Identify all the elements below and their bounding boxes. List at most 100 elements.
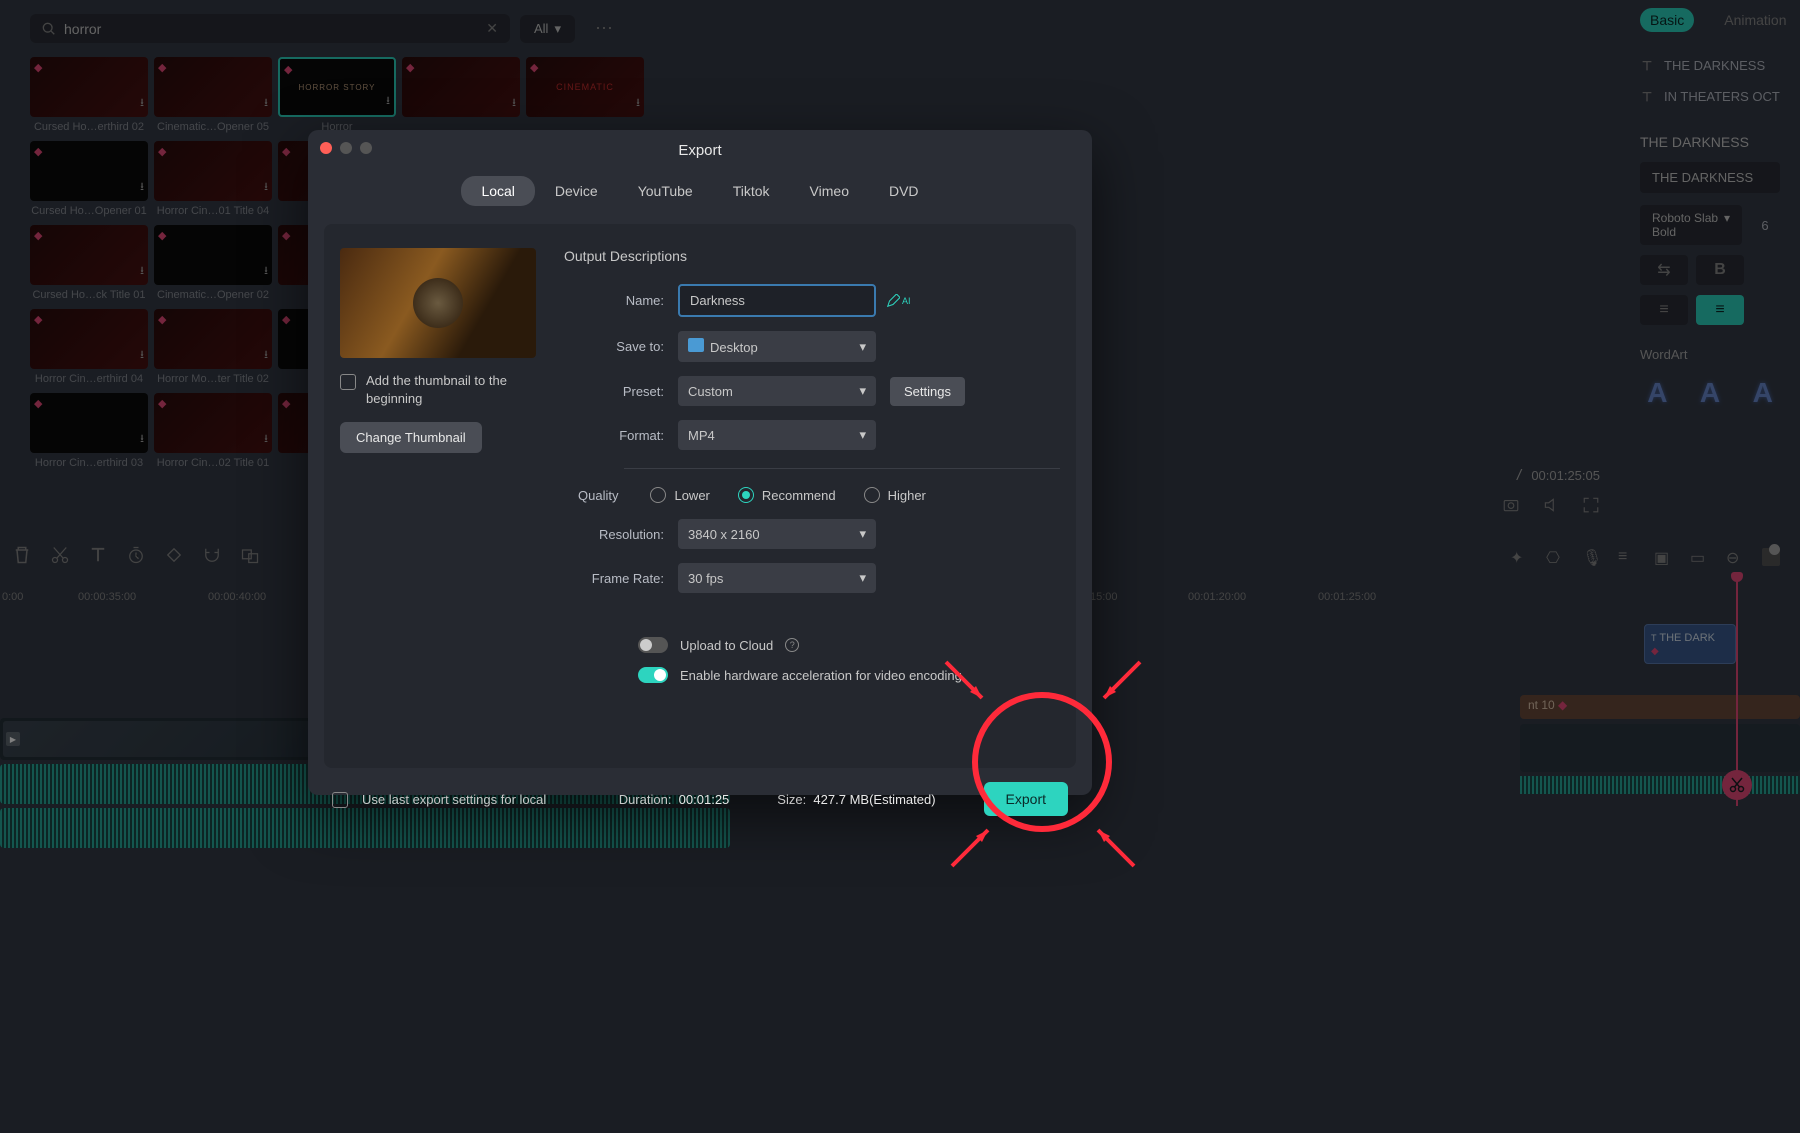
hw-accel-label: Enable hardware acceleration for video e…	[680, 668, 962, 683]
volume-icon[interactable]	[1542, 496, 1560, 514]
text-value-input[interactable]: THE DARKNESS	[1640, 162, 1780, 193]
maximize-window-icon[interactable]	[360, 142, 372, 154]
preset-label: Preset:	[564, 384, 664, 399]
export-tab-local[interactable]: Local	[461, 176, 534, 206]
template-label: Horror Mo…ter Title 02	[154, 373, 272, 385]
preset-settings-button[interactable]: Settings	[890, 377, 965, 406]
split-button[interactable]	[1722, 770, 1752, 800]
template-thumb[interactable]: ◆⭳	[402, 57, 520, 117]
quality-higher-radio[interactable]: Higher	[864, 487, 926, 503]
preview-timecode: / 00:01:25:05	[1515, 468, 1600, 483]
template-thumb[interactable]: ◆HORROR STORY⭳	[278, 57, 396, 117]
size-info: Size: 427.7 MB(Estimated)	[777, 792, 935, 807]
template-label: Horror Cin…erthird 03	[30, 457, 148, 469]
add-thumbnail-checkbox[interactable]	[340, 374, 356, 390]
template-thumb[interactable]: ◆⭳	[154, 57, 272, 117]
wordart-style[interactable]: A	[1640, 370, 1675, 416]
framerate-label: Frame Rate:	[564, 571, 664, 586]
template-thumb[interactable]: ◆⭳	[30, 393, 148, 453]
snapshot-icon[interactable]	[1502, 496, 1520, 514]
resolution-dropdown[interactable]: 3840 x 2160▾	[678, 519, 876, 549]
change-thumbnail-button[interactable]: Change Thumbnail	[340, 422, 482, 453]
zoom-slider[interactable]	[1762, 548, 1780, 566]
format-label: Format:	[564, 428, 664, 443]
marker-icon[interactable]: ▣	[1654, 548, 1672, 566]
search-icon	[42, 22, 56, 36]
crop-icon[interactable]	[164, 545, 184, 565]
name-input[interactable]	[678, 284, 876, 317]
template-thumb[interactable]: ◆CINEMATIC⭳	[526, 57, 644, 117]
wordart-style[interactable]: A	[1745, 370, 1780, 416]
export-tab-dvd[interactable]: DVD	[869, 176, 939, 206]
template-thumb[interactable]: ◆⭳	[154, 309, 272, 369]
template-thumb[interactable]: ◆⭳	[30, 57, 148, 117]
align-left-button[interactable]: ≡	[1640, 295, 1688, 325]
search-input-wrap[interactable]: ✕	[30, 14, 510, 43]
inspector-panel: Basic Animation THE DARKNESS IN THEATERS…	[1620, 0, 1800, 560]
font-size-field[interactable]: 6	[1750, 218, 1780, 233]
dialog-title: Export	[678, 142, 721, 159]
export-tab-vimeo[interactable]: Vimeo	[790, 176, 869, 206]
save-to-dropdown[interactable]: Desktop▾	[678, 331, 876, 362]
template-thumb[interactable]: ◆⭳	[154, 225, 272, 285]
export-tab-device[interactable]: Device	[535, 176, 618, 206]
template-thumb[interactable]: ◆⭳	[154, 393, 272, 453]
text-icon[interactable]	[88, 545, 108, 565]
zoom-out-icon[interactable]: ⊖	[1726, 548, 1744, 566]
ai-edit-icon[interactable]: AI	[886, 294, 911, 308]
title-clip[interactable]: T THE DARK ◆	[1644, 624, 1736, 664]
format-dropdown[interactable]: MP4▾	[678, 420, 876, 450]
font-dropdown[interactable]: Roboto Slab Bold▾	[1640, 205, 1742, 245]
wordart-style[interactable]: A	[1693, 370, 1728, 416]
help-icon[interactable]: ?	[785, 638, 799, 652]
video-clip-right[interactable]	[1520, 724, 1800, 772]
more-menu-icon[interactable]: ⋯	[585, 12, 623, 45]
export-tab-tiktok[interactable]: Tiktok	[713, 176, 790, 206]
list-icon[interactable]: ≡	[1618, 548, 1636, 566]
filter-dropdown[interactable]: All▾	[520, 15, 575, 43]
effect-clip[interactable]: nt 10 ◆	[1528, 698, 1567, 712]
template-label: Cinematic…Opener 02	[154, 289, 272, 301]
save-to-label: Save to:	[564, 339, 664, 354]
export-tab-youtube[interactable]: YouTube	[618, 176, 713, 206]
export-button[interactable]: Export	[984, 782, 1068, 816]
audio-clip-right[interactable]	[1520, 776, 1800, 794]
magnet-icon[interactable]	[202, 545, 222, 565]
mic-icon[interactable]: 🎙	[1582, 548, 1600, 566]
trash-icon[interactable]	[12, 545, 32, 565]
selected-title: THE DARKNESS	[1620, 122, 1800, 162]
clear-search-icon[interactable]: ✕	[486, 20, 498, 37]
export-dialog: Export LocalDeviceYouTubeTiktokVimeoDVD …	[308, 130, 1092, 795]
quality-lower-radio[interactable]: Lower	[650, 487, 709, 503]
spacing-button[interactable]: ⇆	[1640, 255, 1688, 285]
template-thumb[interactable]: ◆⭳	[154, 141, 272, 201]
name-label: Name:	[564, 293, 664, 308]
mask-icon[interactable]	[240, 545, 260, 565]
framerate-dropdown[interactable]: 30 fps▾	[678, 563, 876, 593]
minimize-window-icon[interactable]	[340, 142, 352, 154]
template-thumb[interactable]: ◆⭳	[30, 141, 148, 201]
tab-animation[interactable]: Animation	[1714, 8, 1796, 32]
use-last-settings-checkbox[interactable]	[332, 792, 348, 808]
fullscreen-icon[interactable]	[1582, 496, 1600, 514]
quality-recommend-radio[interactable]: Recommend	[738, 487, 836, 503]
timeline-toolbar	[12, 545, 260, 565]
search-input[interactable]	[64, 21, 486, 37]
shield-icon[interactable]: ⎔	[1546, 548, 1564, 566]
cut-icon[interactable]	[50, 545, 70, 565]
text-layer-item[interactable]: IN THEATERS OCT	[1620, 81, 1800, 112]
template-thumb[interactable]: ◆⭳	[30, 309, 148, 369]
render-icon[interactable]: ✦	[1510, 548, 1528, 566]
close-window-icon[interactable]	[320, 142, 332, 154]
tab-basic[interactable]: Basic	[1640, 8, 1694, 32]
template-thumb[interactable]: ◆⭳	[30, 225, 148, 285]
hw-accel-toggle[interactable]	[638, 667, 668, 683]
text-layer-item[interactable]: THE DARKNESS	[1620, 50, 1800, 81]
timer-icon[interactable]	[126, 545, 146, 565]
align-center-button[interactable]: ≡	[1696, 295, 1744, 325]
bold-button[interactable]: B	[1696, 255, 1744, 285]
fit-icon[interactable]: ▭	[1690, 548, 1708, 566]
template-label: Cursed Ho…ck Title 01	[30, 289, 148, 301]
preset-dropdown[interactable]: Custom▾	[678, 376, 876, 406]
upload-cloud-toggle[interactable]	[638, 637, 668, 653]
